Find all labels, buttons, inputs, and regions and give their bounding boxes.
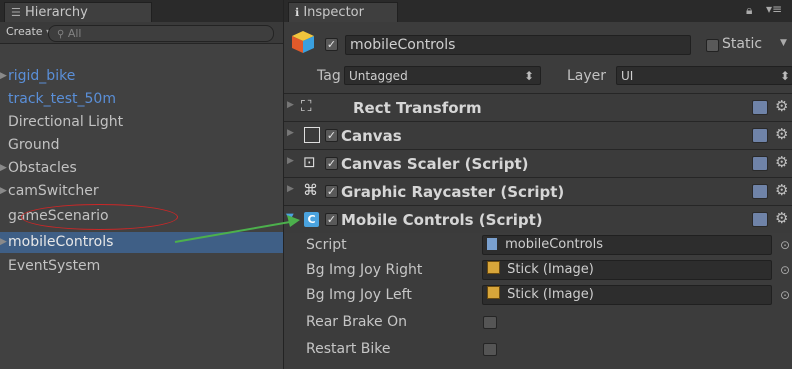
annotation-green-arrow <box>174 215 300 243</box>
